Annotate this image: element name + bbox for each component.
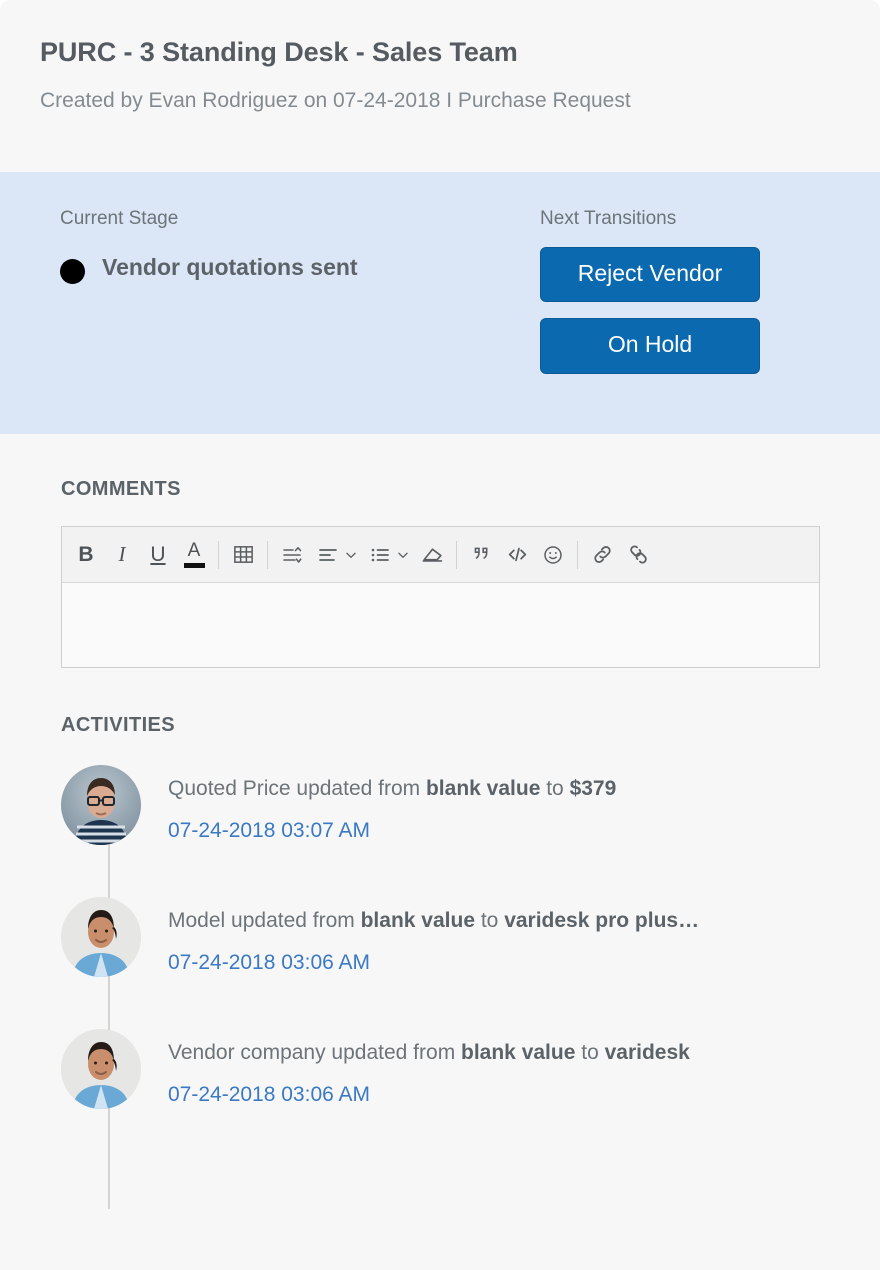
activity-timestamp[interactable]: 07-24-2018 03:07 AM — [168, 817, 616, 844]
activity-prefix: Model updated from — [168, 909, 361, 932]
blockquote-icon[interactable] — [463, 535, 499, 575]
table-icon[interactable] — [225, 535, 261, 575]
activities-heading: ACTIVITIES — [61, 714, 176, 736]
reject-vendor-button[interactable]: Reject Vendor — [540, 246, 760, 303]
current-stage-label: Current Stage — [60, 208, 179, 229]
comment-input[interactable] — [62, 583, 819, 667]
activity-old-value: blank value — [360, 909, 475, 932]
activity-item: Quoted Price updated from blank value to… — [61, 765, 820, 845]
activity-middle: to — [540, 777, 570, 800]
comments-section: COMMENTS B I U A — [0, 434, 880, 668]
page-header: PURC - 3 Standing Desk - Sales Team Crea… — [0, 0, 880, 172]
activity-timestamp[interactable]: 07-24-2018 03:06 AM — [168, 1081, 690, 1108]
next-transitions-column: Next Transitions Reject Vendor On Hold — [540, 208, 760, 374]
toolbar-divider — [267, 540, 268, 569]
page-subtitle: Created by Evan Rodriguez on 07-24-2018 … — [40, 89, 631, 113]
clear-format-eraser-icon[interactable] — [414, 535, 450, 575]
activity-timeline: Quoted Price updated from blank value to… — [61, 765, 820, 1209]
activity-old-value: blank value — [461, 1041, 576, 1064]
activity-middle: to — [575, 1041, 605, 1064]
underline-label: U — [150, 543, 166, 566]
avatar — [61, 1029, 141, 1109]
comments-heading: COMMENTS — [61, 478, 181, 500]
current-stage-column: Current Stage Vendor quotations sent — [60, 208, 540, 284]
activities-section: ACTIVITIES Quoted Price updated from bla… — [0, 668, 880, 1209]
avatar-man-glasses-icon — [61, 765, 141, 845]
editor-toolbar: B I U A — [62, 527, 819, 583]
avatar — [61, 897, 141, 977]
list-chevron-down-icon[interactable] — [392, 535, 414, 575]
bold-icon[interactable]: B — [68, 535, 104, 575]
next-transitions-label: Next Transitions — [540, 208, 677, 229]
avatar — [61, 765, 141, 845]
font-color-label: A — [187, 540, 201, 561]
avatar-woman-denim-icon — [61, 897, 141, 977]
emoji-icon[interactable] — [535, 535, 571, 575]
activity-body: Quoted Price updated from blank value to… — [168, 765, 616, 845]
activity-new-value: $379 — [569, 777, 617, 800]
activity-new-value: varidesk pro plus… — [504, 909, 700, 932]
link-icon[interactable] — [584, 535, 620, 575]
activity-prefix: Vendor company updated from — [168, 1041, 462, 1064]
activity-new-value: varidesk — [604, 1041, 690, 1064]
timeline-connector — [108, 809, 110, 1209]
on-hold-button[interactable]: On Hold — [540, 318, 760, 374]
toolbar-divider — [577, 540, 578, 569]
current-stage-name: Vendor quotations sent — [102, 253, 358, 280]
stage-dot-icon — [60, 258, 85, 284]
toolbar-divider — [456, 540, 457, 569]
activity-item: Vendor company updated from blank value … — [61, 1029, 820, 1109]
stage-panel: Current Stage Vendor quotations sent Nex… — [0, 172, 880, 434]
activity-prefix: Quoted Price updated from — [168, 777, 426, 800]
line-height-icon[interactable] — [274, 535, 310, 575]
comment-editor: B I U A — [61, 526, 820, 668]
unlink-icon[interactable] — [620, 535, 656, 575]
underline-icon[interactable]: U — [140, 535, 176, 575]
request-detail-page: PURC - 3 Standing Desk - Sales Team Crea… — [0, 0, 880, 1270]
current-stage-row: Vendor quotations sent — [60, 253, 540, 284]
activity-text: Quoted Price updated from blank value to… — [168, 775, 616, 802]
page-title: PURC - 3 Standing Desk - Sales Team — [40, 37, 518, 67]
activity-middle: to — [475, 909, 505, 932]
activity-body: Model updated from blank value to varide… — [168, 897, 699, 977]
avatar-woman-denim-icon — [61, 1029, 141, 1109]
bold-label: B — [78, 543, 94, 566]
activity-item: Model updated from blank value to varide… — [61, 897, 820, 977]
font-color-swatch — [183, 563, 205, 568]
activity-text: Model updated from blank value to varide… — [168, 907, 699, 934]
font-color-icon[interactable]: A — [176, 535, 212, 575]
activity-old-value: blank value — [425, 777, 541, 800]
italic-label: I — [118, 542, 126, 566]
activity-timestamp[interactable]: 07-24-2018 03:06 AM — [168, 949, 699, 976]
code-icon[interactable] — [499, 535, 535, 575]
toolbar-divider — [218, 540, 219, 569]
activity-text: Vendor company updated from blank value … — [168, 1039, 690, 1066]
activity-body: Vendor company updated from blank value … — [168, 1029, 690, 1109]
align-chevron-down-icon[interactable] — [340, 535, 362, 575]
italic-icon[interactable]: I — [104, 535, 140, 575]
